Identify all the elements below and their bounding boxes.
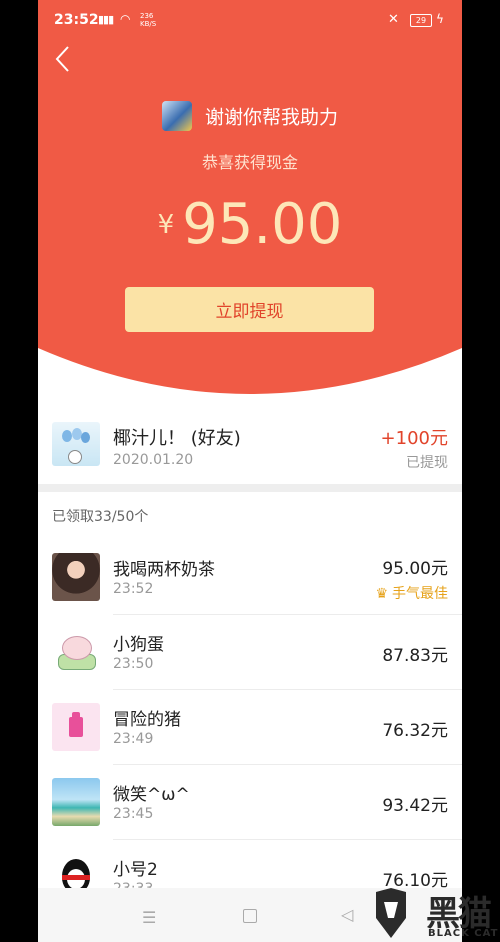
best-luck-label: 手气最佳: [392, 586, 448, 602]
friend-name: 椰汁儿！ (好友): [113, 428, 241, 449]
cash-amount: ¥95.00: [38, 192, 462, 257]
user-name: 微笑^ω^: [113, 785, 190, 805]
menu-icon[interactable]: ☰: [142, 908, 156, 927]
charging-icon: ϟ: [436, 12, 444, 26]
vibrate-icon: ✕: [388, 12, 399, 27]
user-name: 小号2: [113, 860, 158, 880]
watermark: 黑猫 BLACK CAT: [374, 888, 500, 942]
sender-row: 谢谢你帮我助力: [38, 101, 462, 131]
claimed-count: 已领取33/50个: [52, 509, 149, 525]
claim-time: 23:45: [113, 806, 154, 822]
crown-icon: ♛: [375, 586, 388, 602]
friend-record[interactable]: 椰汁儿！ (好友) 2020.01.20 +100元 已提现: [38, 408, 462, 484]
battery-icon: 29: [410, 14, 432, 27]
list-item[interactable]: 微笑^ω^ 23:45 93.42元: [38, 765, 462, 840]
user-avatar: [52, 553, 100, 601]
section-divider: [38, 484, 462, 492]
withdraw-button[interactable]: 立即提现: [125, 287, 374, 332]
user-avatar: [52, 703, 100, 751]
watermark-subtext: BLACK CAT: [428, 928, 499, 939]
sender-name: 谢谢你帮我助力: [205, 106, 339, 129]
network-speed: 236 KB/S: [140, 12, 157, 28]
status-bar: 23:52 ▮▮▮ ◠ 236 KB/S ✕ 29 ϟ: [38, 0, 462, 40]
claim-time: 23:52: [113, 581, 154, 597]
currency-symbol: ¥: [157, 209, 175, 240]
claim-time: 23:50: [113, 656, 154, 672]
claim-amount: 93.42元: [382, 796, 448, 816]
phone-screen: 23:52 ▮▮▮ ◠ 236 KB/S ✕ 29 ϟ 谢谢你帮我助力 恭喜获得…: [38, 0, 462, 942]
record-list: 我喝两杯奶茶 23:52 95.00元 ♛ 手气最佳 小狗蛋 23:50 87.8…: [38, 540, 462, 915]
amount-value: 95.00: [182, 192, 343, 257]
user-avatar: [52, 628, 100, 676]
user-avatar: [52, 778, 100, 826]
claim-amount: 76.32元: [382, 721, 448, 741]
list-item[interactable]: 冒险的猪 23:49 76.32元: [38, 690, 462, 765]
user-name: 我喝两杯奶茶: [113, 560, 215, 580]
best-luck-badge: ♛ 手气最佳: [375, 583, 448, 603]
claim-amount: 87.83元: [382, 646, 448, 666]
home-icon[interactable]: [243, 909, 257, 923]
sender-avatar: [161, 101, 192, 131]
claim-time: 23:49: [113, 731, 154, 747]
friend-amount: +100元: [380, 428, 448, 449]
clock: 23:52: [54, 12, 99, 28]
congrats-text: 恭喜获得现金: [201, 153, 298, 172]
claim-amount: 95.00元: [382, 559, 448, 579]
back-arrow-icon[interactable]: [52, 44, 76, 74]
list-item[interactable]: 我喝两杯奶茶 23:52 95.00元 ♛ 手气最佳: [38, 540, 462, 615]
friend-status: 已提现: [406, 455, 448, 471]
user-name: 冒险的猪: [113, 710, 181, 730]
list-item[interactable]: 小狗蛋 23:50 87.83元: [38, 615, 462, 690]
user-name: 小狗蛋: [113, 635, 164, 655]
signal-icon: ▮▮▮: [98, 13, 114, 26]
nav-back-icon[interactable]: ◁: [341, 905, 353, 924]
friend-avatar: [52, 422, 100, 466]
friend-date: 2020.01.20: [113, 452, 194, 468]
wifi-icon: ◠: [120, 12, 131, 26]
cat-logo-icon: [376, 888, 406, 938]
